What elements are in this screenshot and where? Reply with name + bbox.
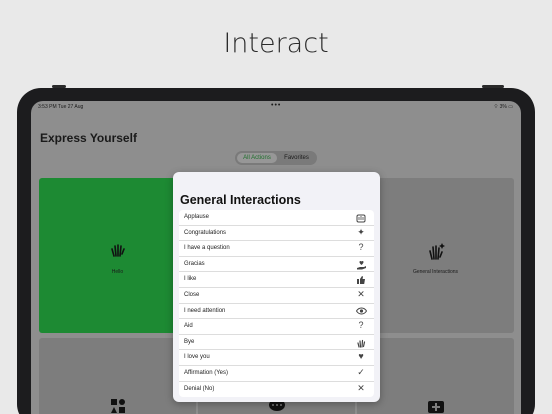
list-item[interactable]: Congratulations ✦ xyxy=(179,226,374,242)
list-item[interactable]: Bye xyxy=(179,335,374,351)
x-icon: ✕ xyxy=(357,382,365,393)
eye-icon xyxy=(354,305,368,315)
list-item[interactable]: I have a question? xyxy=(179,241,374,257)
list-item[interactable]: Affirmation (Yes) ✓ xyxy=(179,366,374,382)
general-interactions-popover: General Interactions Applause Congratula… xyxy=(173,172,380,402)
wave-icon xyxy=(354,336,368,348)
segment-all-actions[interactable]: All Actions xyxy=(237,153,277,163)
card-general-interactions[interactable]: General Interactions xyxy=(357,178,514,333)
card-medical[interactable] xyxy=(357,338,514,414)
list-item[interactable]: Applause xyxy=(179,210,374,226)
question-icon: ? xyxy=(358,242,364,253)
thumbs-up-icon xyxy=(354,273,368,285)
hand-sparkle-icon xyxy=(357,240,514,267)
sparkles-icon: ✦ xyxy=(357,226,365,237)
list-item[interactable]: Gracias xyxy=(179,257,374,273)
close-icon: ✕ xyxy=(357,288,365,299)
status-time: 3:53 PM Tue 27 Aug xyxy=(38,104,84,110)
popover-title: General Interactions xyxy=(180,193,301,207)
shapes-icon xyxy=(39,397,196,414)
app-store-screenshot: Interact 3:53 PM Tue 27 Aug ••• ⌔ 3% ▭ E… xyxy=(0,0,552,414)
list-item[interactable]: I like xyxy=(179,272,374,288)
checkmark-icon: ✓ xyxy=(357,366,365,377)
status-bar: 3:53 PM Tue 27 Aug ••• ⌔ 3% ▭ xyxy=(31,102,521,112)
question-icon: ? xyxy=(358,320,364,331)
segment-favorites[interactable]: Favorites xyxy=(278,153,315,163)
list-item[interactable]: Close ✕ xyxy=(179,288,374,304)
multitask-dots[interactable]: ••• xyxy=(271,102,281,109)
heart-icon: ♥ xyxy=(358,351,364,362)
list-item[interactable]: I need attention xyxy=(179,304,374,320)
headline: Interact xyxy=(223,28,329,59)
segmented-control: All Actions Favorites xyxy=(235,151,317,165)
status-indicators: ⌔ 3% ▭ xyxy=(493,104,513,110)
card-label: General Interactions xyxy=(412,269,459,275)
page-title: Express Yourself xyxy=(40,131,137,145)
interaction-list: Applause Congratulations ✦ I have a quest… xyxy=(179,210,374,398)
list-item[interactable]: I love you ♥ xyxy=(179,350,374,366)
list-item[interactable]: Denial (No) ✕ xyxy=(179,382,374,398)
medical-icon xyxy=(357,397,514,414)
hand-heart-icon xyxy=(354,258,368,270)
list-item[interactable]: Aid? xyxy=(179,319,374,335)
applause-icon xyxy=(354,211,368,223)
